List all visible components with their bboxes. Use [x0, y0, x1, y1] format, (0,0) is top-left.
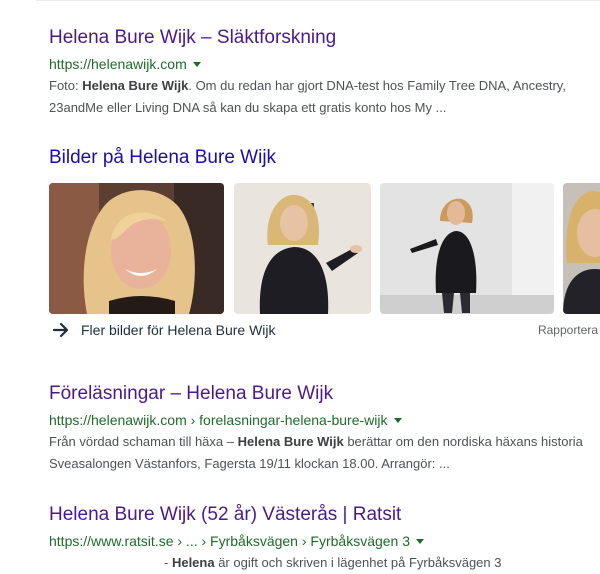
snippet-text: 23andMe eller Living DNA så kan du skapa… — [49, 100, 447, 115]
image-thumbnail-3[interactable] — [380, 183, 554, 314]
more-images-row: Fler bilder för Helena Bure Wijk Rapport… — [49, 320, 600, 340]
result-url-text[interactable]: https://helenawijk.com — [49, 56, 187, 72]
snippet-text: Från vördad schaman till häxa – — [49, 434, 238, 449]
result-snippet: Foto: Helena Bure Wijk. Om du redan har … — [49, 75, 566, 119]
caret-down-icon[interactable] — [416, 539, 425, 544]
snippet-text: Foto: — [49, 78, 83, 93]
snippet-highlight: Helena Bure Wijk — [237, 434, 344, 449]
snippet-text: . Om du redan har gjort DNA-test hos Fam… — [188, 78, 566, 93]
caret-down-icon[interactable] — [192, 62, 201, 67]
result-title-link[interactable]: Föreläsningar – Helena Bure Wijk — [49, 383, 583, 405]
result-snippet: - Helena är ogift och skriven i lägenhet… — [49, 552, 501, 574]
report-images-link[interactable]: Rapportera — [538, 321, 598, 339]
result-title-link[interactable]: Helena Bure Wijk (52 år) Västerås | Rats… — [49, 504, 501, 526]
divider — [36, 0, 600, 1]
result-url[interactable]: https://www.ratsit.se › ... › Fyrbåksväg… — [49, 532, 501, 550]
snippet-text: - — [164, 555, 172, 570]
image-thumbnail-2[interactable] — [234, 183, 371, 314]
search-result: Helena Bure Wijk (52 år) Västerås | Rats… — [49, 504, 501, 574]
search-result: Föreläsningar – Helena Bure Wijk https:/… — [49, 383, 583, 475]
snippet-text: Sveasalongen Västanfors, Fagersta 19/11 … — [49, 456, 450, 471]
more-images-link[interactable]: Fler bilder för Helena Bure Wijk — [81, 320, 276, 340]
result-url[interactable]: https://helenawijk.com › forelasningar-h… — [49, 411, 583, 429]
image-thumbnail-1[interactable] — [49, 183, 224, 314]
result-url-text[interactable]: https://www.ratsit.se › ... › Fyrbåksväg… — [49, 533, 410, 549]
arrow-right-icon[interactable] — [51, 320, 71, 340]
result-url-text[interactable]: https://helenawijk.com › forelasningar-h… — [49, 412, 388, 428]
snippet-highlight: Helena Bure Wijk — [82, 78, 189, 93]
snippet-text: är ogift och skriven i lägenhet på Fyrbå… — [214, 555, 502, 570]
images-section-heading[interactable]: Bilder på Helena Bure Wijk — [49, 147, 276, 169]
result-url[interactable]: https://helenawijk.com — [49, 55, 566, 73]
caret-down-icon[interactable] — [393, 418, 402, 423]
snippet-highlight: Helena — [171, 555, 215, 570]
image-thumbnail-4[interactable] — [563, 183, 600, 314]
search-result: Helena Bure Wijk – Släktforskning https:… — [49, 27, 566, 119]
image-thumbnails — [49, 183, 600, 314]
snippet-text: berättar om den nordiska häxans historia — [343, 434, 583, 449]
result-title-link[interactable]: Helena Bure Wijk – Släktforskning — [49, 27, 566, 49]
result-snippet: Från vördad schaman till häxa – Helena B… — [49, 431, 583, 475]
